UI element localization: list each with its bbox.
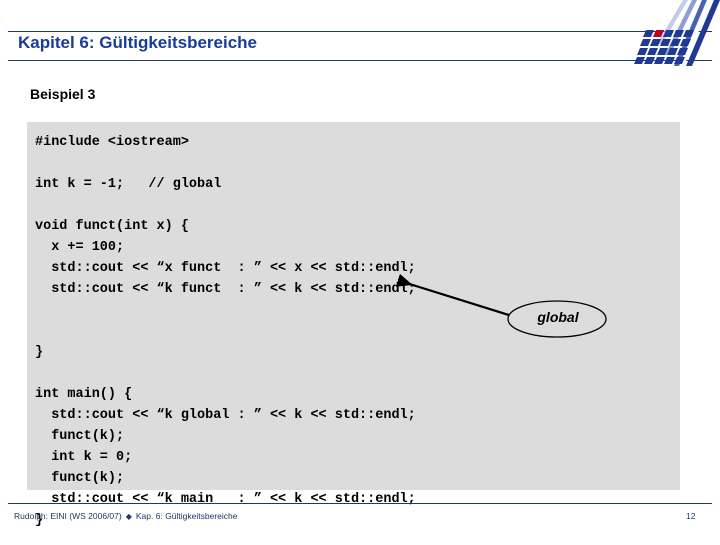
code-line: std::cout << “x funct : ” << x << std::e… (35, 261, 416, 276)
code-line: funct(k); (35, 429, 125, 444)
code-line: std::cout << “k main : ” << k << std::en… (35, 492, 416, 507)
footer-separator-icon: ◆ (125, 512, 132, 521)
page-number: 12 (686, 511, 696, 521)
page-title: Kapitel 6: Gültigkeitsbereiche (18, 33, 258, 52)
section-heading: Beispiel 3 (30, 86, 96, 102)
code-line: x += 100; (35, 240, 125, 255)
code-line: #include <iostream> (35, 135, 189, 150)
code-line: void funct(int x) { (35, 219, 189, 234)
code-block: #include <iostream> int k = -1; // globa… (27, 122, 680, 528)
footer-chapter: Kap. 6: Gültigkeitsbereiche (135, 511, 238, 521)
header-rule-bottom (8, 60, 712, 61)
code-listing: #include <iostream> int k = -1; // globa… (35, 132, 416, 531)
code-line: std::cout << “k funct : ” << k << std::e… (35, 282, 416, 297)
code-line: int main() { (35, 387, 133, 402)
code-line: int k = -1; // global (35, 177, 222, 192)
slide: Kapitel 6: Gültigkeitsbereiche Beispiel … (0, 0, 720, 540)
footer-rule (8, 503, 712, 504)
code-line: int k = 0; (35, 450, 133, 465)
footer: Rudolph: EINI (WS 2006/07) ◆ Kap. 6: Gülti… (14, 511, 237, 521)
code-line: funct(k); (35, 471, 125, 486)
university-logo-icon (634, 0, 720, 66)
header-rule-top (8, 31, 712, 32)
footer-author-course: Rudolph: EINI (WS 2006/07) (14, 511, 122, 521)
code-line: } (35, 345, 44, 360)
code-line: std::cout << “k global : ” << k << std::… (35, 408, 416, 423)
university-logo (624, 0, 720, 66)
